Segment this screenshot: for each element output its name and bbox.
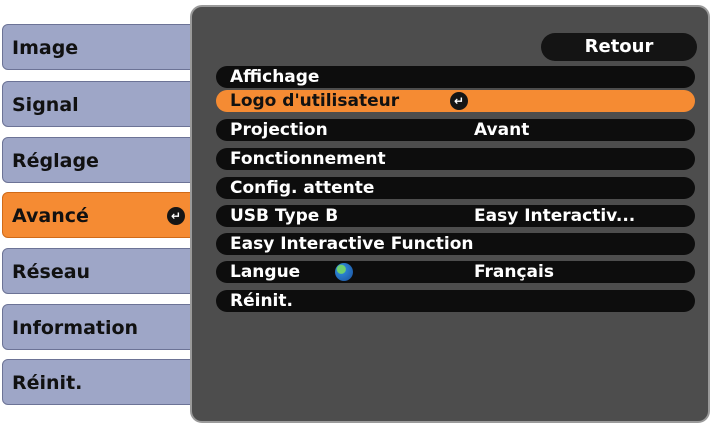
menu-item-logo-utilisateur[interactable]: Logo d'utilisateur ↵ [216, 90, 695, 112]
item-label: Easy Interactive Function [230, 234, 474, 254]
tab-label: Réseau [12, 261, 91, 283]
tab-reseau[interactable]: Réseau [2, 248, 192, 294]
item-value: Avant [474, 120, 530, 140]
menu-tabs: Image Signal Réglage Avancé ↵ Réseau Inf… [0, 0, 200, 426]
enter-icon: ↵ [450, 92, 468, 110]
item-label: Affichage [230, 67, 320, 87]
item-value: Français [474, 262, 554, 282]
item-value: Easy Interactiv... [474, 206, 636, 226]
item-label: Fonctionnement [230, 149, 386, 169]
tab-label: Information [12, 317, 139, 339]
tab-label: Réinit. [12, 372, 83, 394]
menu-item-usb-type-b[interactable]: USB Type B Easy Interactiv... [216, 205, 695, 227]
item-label: Config. attente [230, 178, 375, 198]
menu-item-langue[interactable]: Langue Français [216, 261, 695, 283]
globe-icon [335, 263, 353, 281]
item-label: Langue [230, 262, 301, 282]
menu-item-affichage[interactable]: Affichage [216, 66, 695, 88]
menu-item-config-attente[interactable]: Config. attente [216, 177, 695, 199]
back-label: Retour [584, 36, 654, 57]
tab-reinit[interactable]: Réinit. [2, 359, 192, 405]
enter-icon: ↵ [167, 207, 185, 225]
tab-image[interactable]: Image [2, 24, 192, 70]
tab-label: Signal [12, 94, 79, 116]
item-label: Réinit. [230, 291, 293, 311]
item-label: Projection [230, 120, 328, 140]
item-label: Logo d'utilisateur [230, 91, 400, 111]
menu-item-reinit[interactable]: Réinit. [216, 290, 695, 312]
tab-label: Image [12, 37, 79, 59]
settings-panel: Retour Affichage Logo d'utilisateur ↵ Pr… [190, 5, 710, 423]
item-label: USB Type B [230, 206, 339, 226]
tab-label: Réglage [12, 150, 99, 172]
tab-avance[interactable]: Avancé ↵ [2, 192, 192, 238]
menu-item-projection[interactable]: Projection Avant [216, 119, 695, 141]
tab-label: Avancé [12, 205, 89, 227]
tab-information[interactable]: Information [2, 304, 192, 350]
tab-reglage[interactable]: Réglage [2, 137, 192, 183]
tab-signal[interactable]: Signal [2, 81, 192, 127]
back-button[interactable]: Retour [541, 33, 697, 61]
menu-item-fonctionnement[interactable]: Fonctionnement [216, 148, 695, 170]
menu-item-easy-interactive-function[interactable]: Easy Interactive Function [216, 233, 695, 255]
